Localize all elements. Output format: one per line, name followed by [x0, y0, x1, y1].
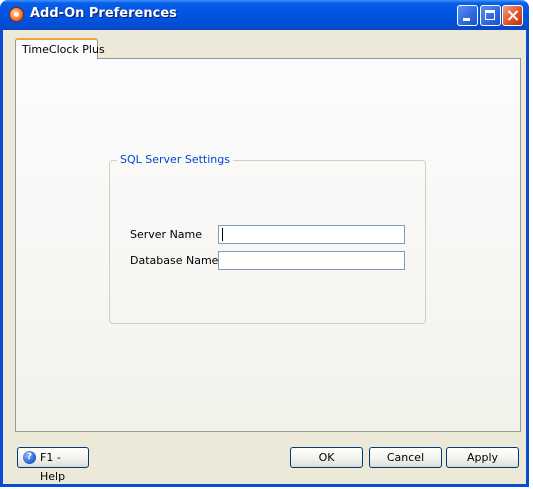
tab-panel: SQL Server Settings Server Name Database…: [15, 58, 521, 432]
server-name-label: Server Name: [130, 228, 203, 241]
sql-server-settings-group: SQL Server Settings Server Name Database…: [109, 153, 426, 324]
minimize-button[interactable]: [457, 5, 478, 26]
help-button-label: F1 - Help: [40, 451, 66, 483]
window-title: Add-On Preferences: [30, 6, 177, 21]
text-caret: [222, 228, 223, 241]
help-button[interactable]: ? F1 - Help: [17, 447, 89, 483]
add-on-preferences-window: Add-On Preferences TimeClock Plus SQL Se…: [0, 0, 529, 487]
database-name-label: Database Name: [130, 254, 219, 267]
app-icon[interactable]: [9, 7, 24, 22]
tab-label: TimeClock Plus: [22, 43, 105, 56]
maximize-button[interactable]: [480, 5, 501, 26]
apply-button[interactable]: Apply: [446, 447, 519, 468]
close-button[interactable]: [502, 5, 523, 26]
server-name-input[interactable]: [218, 225, 405, 244]
tab-timeclock-plus[interactable]: TimeClock Plus: [15, 38, 105, 59]
title-bar[interactable]: Add-On Preferences: [0, 0, 529, 30]
help-icon: ?: [23, 451, 36, 464]
group-title: SQL Server Settings: [117, 153, 233, 166]
database-name-input[interactable]: [218, 251, 405, 270]
ok-button[interactable]: OK: [290, 447, 363, 468]
cancel-button[interactable]: Cancel: [369, 447, 442, 468]
